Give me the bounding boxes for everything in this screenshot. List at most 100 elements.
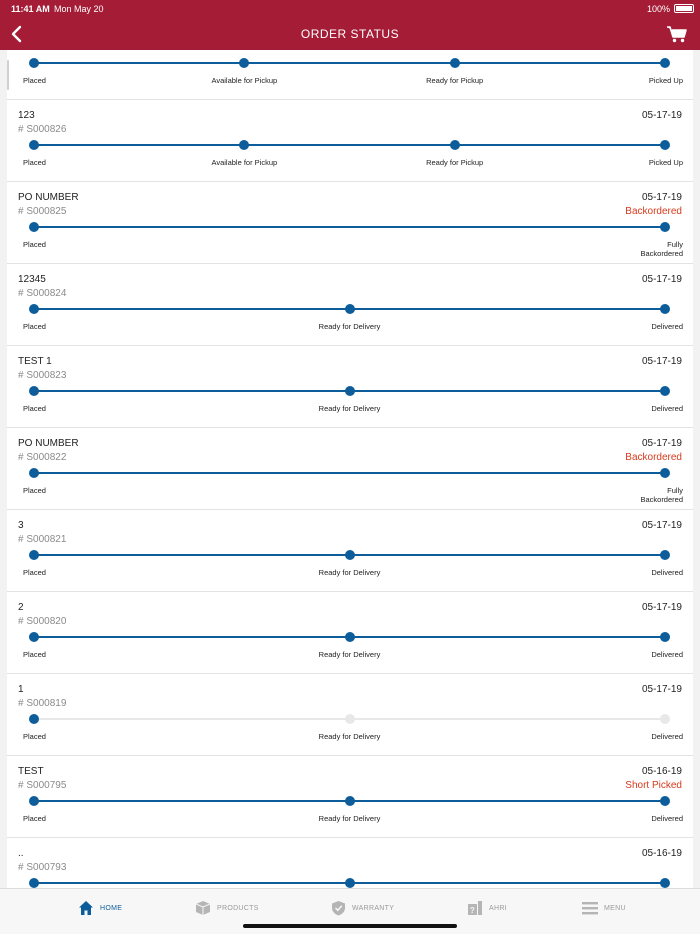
order-number: # S000823 [18,370,67,381]
order-po: TEST 1 [18,356,52,367]
progress-step-label: Fully Backordered [640,240,683,258]
progress-step-label: Ready for Delivery [318,322,381,331]
progress-step-label: Ready for Delivery [318,568,381,577]
order-number: # S000793 [18,862,67,873]
order-po: 3 [18,520,24,531]
cart-icon[interactable] [666,25,688,43]
status-battery-percent: 100% [646,4,670,14]
order-date: 05-17-19 [641,602,682,613]
order-row[interactable]: 3 # S000821 05-17-19 Placed Ready for Delive… [7,510,693,592]
order-date: 05-17-19 [641,438,682,449]
order-number: # S000820 [18,616,67,627]
progress-step-dot [344,386,355,396]
order-number: # S000824 [18,288,67,299]
progress-step-label: Placed [23,568,46,577]
progress-step-dot [660,468,670,478]
progress-step-label: Placed [23,404,46,413]
progress-step-dot [660,550,670,560]
order-number: # S000822 [18,452,67,463]
order-row[interactable]: 2 # S000820 05-17-19 Placed Ready for Delive… [7,592,693,674]
progress-step-dot [660,796,670,806]
order-row[interactable]: Placed Available for Pickup Ready for Pick… [7,50,693,100]
tab-warranty-label: WARRANTY [352,904,395,912]
progress-step-dot [29,304,39,314]
progress-track [34,472,665,474]
order-row[interactable]: PO NUMBER # S000822 05-17-19 Backordered Pla… [7,428,693,510]
order-number: # S000819 [18,698,67,709]
progress-step-dot [344,550,355,560]
order-date: 05-17-19 [641,110,682,121]
order-row[interactable]: TEST 1 # S000823 05-17-19 Placed Ready for D… [7,346,693,428]
progress-step-dot [660,304,670,314]
tab-home[interactable]: HOME [78,898,122,918]
progress-step-label: Available for Pickup [211,76,278,85]
progress-step-dot [29,386,39,396]
order-status-badge: Backordered [625,452,682,463]
order-row[interactable]: 12345 # S000824 05-17-19 Placed Ready for De… [7,264,693,346]
progress-step-dot [29,58,39,68]
progress-step-dot [344,714,355,724]
tab-ahri[interactable]: ? AHRI [467,898,507,918]
tab-ahri-label: AHRI [489,904,507,912]
order-row[interactable]: 1 # S000819 05-17-19 Placed Ready for Delive… [7,674,693,756]
progress-step-dot [344,796,355,806]
progress-step-dot [660,222,670,232]
progress-step-label: Ready for Pickup [426,158,484,167]
progress-step-dot [344,632,355,642]
order-status-badge: Short Picked [625,780,682,791]
tab-warranty[interactable]: WARRANTY [331,898,394,918]
order-list[interactable]: Placed Available for Pickup Ready for Pick… [7,50,693,888]
progress-step-dot [660,878,670,888]
progress-step-label: Delivered [651,322,683,331]
progress-step-label: Delivered [651,568,683,577]
status-time: 11:41 AM [11,4,50,14]
progress-step-dot [29,140,39,150]
progress-step-dot [29,222,39,232]
progress-step-label: Ready for Delivery [318,732,381,741]
progress-step-label: Placed [23,814,46,823]
order-row[interactable]: 123 # S000826 05-17-19 Placed Available for … [7,100,693,182]
progress-step-dot [344,878,355,888]
question-doc-icon: ? [468,901,482,915]
order-row[interactable]: PO NUMBER # S000825 05-17-19 Backordered Pla… [7,182,693,264]
home-icon [79,901,93,915]
order-date: 05-17-19 [641,274,682,285]
progress-step-label: Delivered [651,650,683,659]
progress-step-label: Available for Pickup [211,158,278,167]
order-date: 05-17-19 [641,356,682,367]
order-po: 1 [18,684,24,695]
order-number: # S000826 [18,124,67,135]
box-icon [195,901,211,915]
progress-step-label: Placed [23,158,46,167]
progress-step-dot [660,632,670,642]
progress-step-dot [239,140,250,150]
svg-text:?: ? [470,906,475,915]
tab-menu-label: MENU [604,904,626,912]
progress-step-dot [449,58,460,68]
tab-home-label: HOME [100,904,123,912]
progress-step-label: Delivered [651,404,683,413]
tab-products[interactable]: PRODUCTS [195,898,259,918]
order-po: .. [18,848,24,859]
order-row[interactable]: TEST # S000795 05-16-19 Short Picked Placed R… [7,756,693,838]
progress-step-dot [29,468,39,478]
page-title: ORDER STATUS [300,27,400,41]
status-date: Mon May 20 [54,4,104,14]
tab-menu[interactable]: MENU [582,898,626,918]
status-bar: 11:41 AM Mon May 20 100% [0,0,700,18]
progress-step-label: Placed [23,76,46,85]
order-po: 12345 [18,274,46,285]
nav-bar: ORDER STATUS [0,18,700,50]
order-date: 05-17-19 [641,684,682,695]
progress-step-label: Placed [23,650,46,659]
progress-step-label: Placed [23,732,46,741]
progress-step-label: Ready for Delivery [318,814,381,823]
progress-step-label: Placed [23,486,46,495]
progress-step-label: Ready for Delivery [318,404,381,413]
order-row[interactable]: .. # S000793 05-16-19 [7,838,693,888]
progress-step-dot [29,878,39,888]
progress-step-dot [660,58,670,68]
order-po: TEST [18,766,44,777]
order-date: 05-16-19 [641,766,682,777]
progress-track [34,144,665,146]
